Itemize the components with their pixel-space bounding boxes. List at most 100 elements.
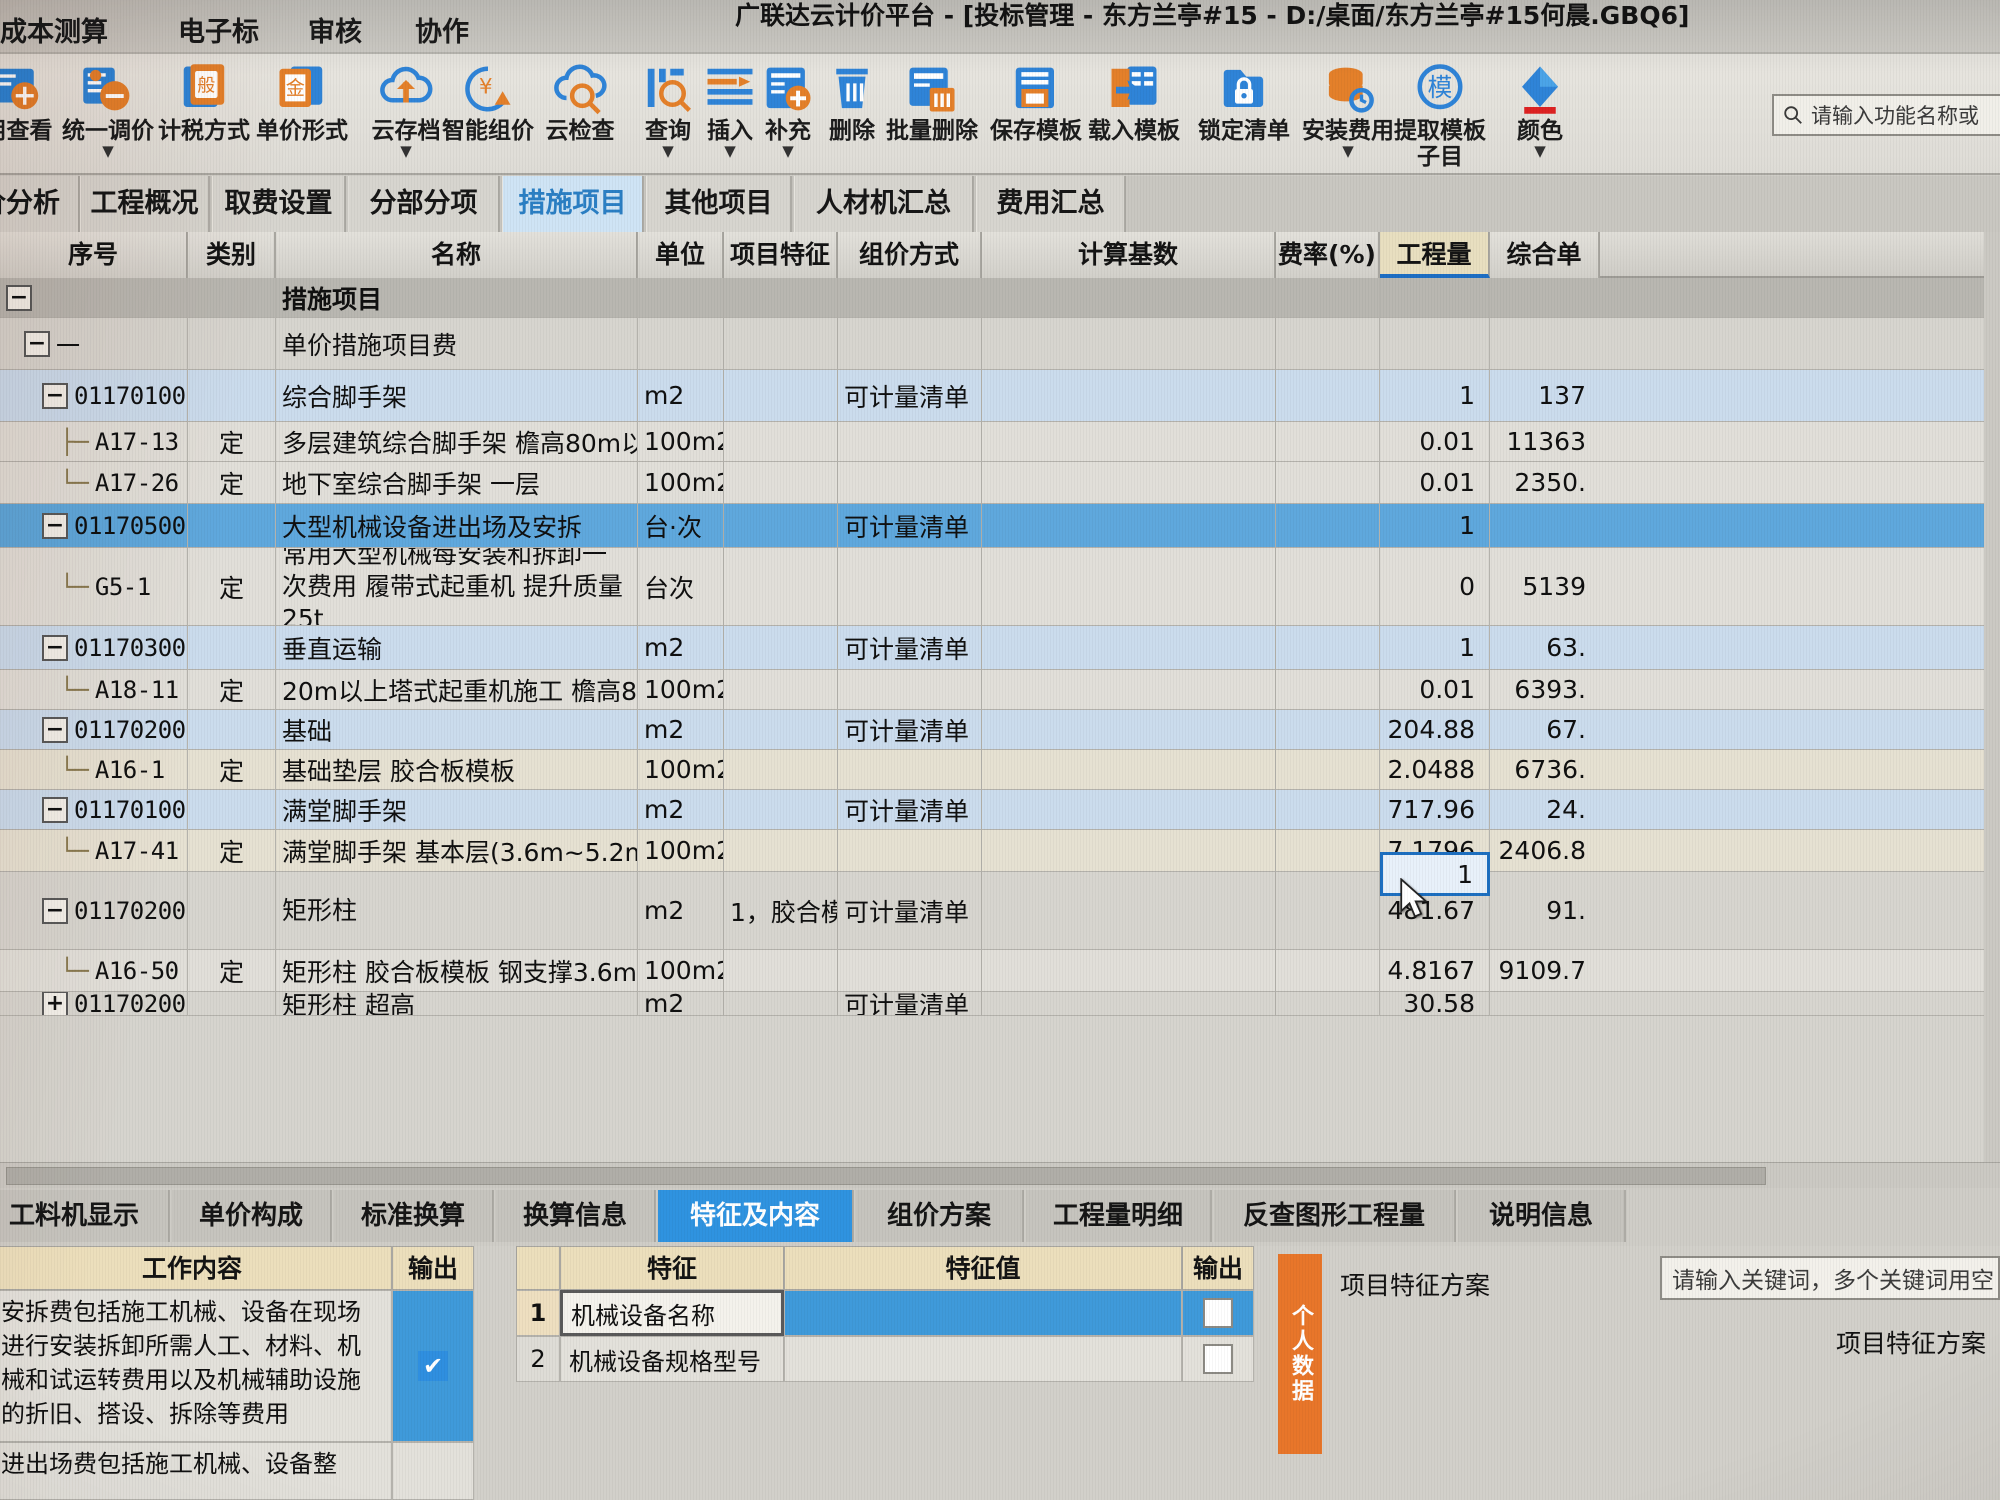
row-unit-cell[interactable]: m2 bbox=[638, 790, 724, 829]
row-price-mode-cell[interactable] bbox=[838, 548, 982, 625]
row-price-mode-cell[interactable]: 可计量清单 bbox=[838, 790, 982, 829]
row-calc-base-cell[interactable] bbox=[982, 670, 1276, 709]
row-rate-cell[interactable] bbox=[1276, 670, 1380, 709]
detail-tab-4[interactable]: 换算信息 bbox=[496, 1190, 656, 1242]
row-seq-cell[interactable]: └─ A16-1 bbox=[0, 750, 188, 789]
grid-column-header-2[interactable]: 类别 bbox=[188, 232, 276, 278]
row-unit-price-cell[interactable]: 24. bbox=[1490, 790, 1600, 829]
row-calc-base-cell[interactable] bbox=[982, 872, 1276, 949]
collapse-icon[interactable]: − bbox=[42, 382, 68, 409]
ribbon-button-lock-list[interactable]: 锁定清单 bbox=[1196, 58, 1292, 144]
row-name-cell[interactable]: 基础 bbox=[276, 710, 638, 749]
row-calc-base-cell[interactable] bbox=[982, 992, 1276, 1015]
table-row[interactable]: └─A18-11定20m以上塔式起重机施工 檐高80m以内100m20.0163… bbox=[0, 670, 2000, 710]
work-content-output-cell-1[interactable]: ✔ bbox=[392, 1290, 474, 1442]
row-quantity-cell[interactable]: 0.01 bbox=[1380, 670, 1490, 709]
ribbon-button-color[interactable]: 颜色 ▼ bbox=[1492, 58, 1588, 159]
row-unit-price-cell[interactable]: 6736. bbox=[1490, 750, 1600, 789]
row-price-mode-cell[interactable]: 可计量清单 bbox=[838, 992, 982, 1015]
table-row[interactable]: +011702002002 矩形柱 超高m2 可计量清单 30.58 bbox=[0, 992, 2000, 1016]
grid-column-header-9[interactable]: 工程量 bbox=[1380, 232, 1490, 278]
row-seq-cell[interactable]: +011702002002 bbox=[0, 992, 188, 1015]
grid-hscroll-thumb[interactable] bbox=[6, 1167, 1766, 1185]
feature-checkbox-1[interactable] bbox=[1203, 1298, 1233, 1328]
row-seq-cell[interactable]: └─ A18-11 bbox=[0, 670, 188, 709]
row-price-mode-cell[interactable]: 可计量清单 bbox=[838, 872, 982, 949]
chevron-down-icon[interactable]: ▼ bbox=[358, 144, 454, 159]
row-unit-price-cell[interactable]: 9109.7 bbox=[1490, 950, 1600, 991]
row-category-cell[interactable]: 定 bbox=[188, 750, 276, 789]
ribbon-search-box[interactable]: 请输入功能名称或 bbox=[1772, 94, 2000, 136]
row-feature-cell[interactable] bbox=[724, 318, 838, 369]
personal-data-side-tab[interactable]: 个人数据 bbox=[1278, 1254, 1322, 1454]
chevron-down-icon[interactable]: ▼ bbox=[1300, 144, 1396, 159]
row-seq-cell[interactable]: └─ A17-26 bbox=[0, 462, 188, 503]
feature-name-cell-2[interactable]: 机械设备规格型号 bbox=[560, 1336, 784, 1382]
row-seq-cell[interactable]: −011705001001 bbox=[0, 504, 188, 547]
row-unit-price-cell[interactable]: 6393. bbox=[1490, 670, 1600, 709]
row-rate-cell[interactable] bbox=[1276, 370, 1380, 421]
row-quantity-cell[interactable]: 0.01 bbox=[1380, 422, 1490, 461]
ribbon-button-install-fee[interactable]: 安装费用 ▼ bbox=[1300, 58, 1396, 159]
row-calc-base-cell[interactable] bbox=[982, 790, 1276, 829]
row-price-mode-cell[interactable] bbox=[838, 422, 982, 461]
row-unit-cell[interactable]: 100m2 bbox=[638, 670, 724, 709]
row-price-mode-cell[interactable] bbox=[838, 318, 982, 369]
grid-column-header-6[interactable]: 组价方式 bbox=[838, 232, 982, 278]
table-row[interactable]: └─ G5-1 定常用大型机械每安装和拆卸一次费用 履带式起重机 提升质量25t 台次… bbox=[0, 548, 2000, 626]
chevron-down-icon[interactable]: ▼ bbox=[740, 144, 836, 159]
row-price-mode-cell[interactable] bbox=[838, 830, 982, 871]
work-content-cell-text-2[interactable]: 进出场费包括施工机械、设备整 bbox=[0, 1442, 392, 1500]
feature-value-cell-1[interactable] bbox=[784, 1290, 1182, 1336]
feature-value-cell-2[interactable] bbox=[784, 1336, 1182, 1382]
row-category-cell[interactable]: 定 bbox=[188, 950, 276, 991]
collapse-icon[interactable]: − bbox=[42, 716, 68, 743]
row-seq-cell[interactable]: −011701006001 bbox=[0, 790, 188, 829]
feature-name-cell-1[interactable]: 机械设备名称 bbox=[560, 1290, 784, 1336]
row-calc-base-cell[interactable] bbox=[982, 548, 1276, 625]
table-row[interactable]: └─ A17-26 定地下室综合脚手架 一层 100m2 0.01 2350. bbox=[0, 462, 2000, 504]
row-rate-cell[interactable] bbox=[1276, 278, 1380, 317]
collapse-icon[interactable]: − bbox=[42, 512, 68, 539]
row-calc-base-cell[interactable] bbox=[982, 950, 1276, 991]
row-quantity-cell[interactable]: 1 bbox=[1380, 504, 1490, 547]
row-calc-base-cell[interactable] bbox=[982, 710, 1276, 749]
row-unit-cell[interactable] bbox=[638, 278, 724, 317]
table-row[interactable]: ├─ A17-13 定多层建筑综合脚手架 檐高80m以内 100m2 0.01 11363 bbox=[0, 422, 2000, 462]
ribbon-button-load-template[interactable]: 载入模板 bbox=[1086, 58, 1182, 144]
row-unit-cell[interactable] bbox=[638, 318, 724, 369]
row-unit-price-cell[interactable] bbox=[1490, 318, 1600, 369]
detail-tab-5[interactable]: 特征及内容 bbox=[658, 1190, 854, 1242]
row-unit-price-cell[interactable]: 63. bbox=[1490, 626, 1600, 669]
chevron-down-icon[interactable]: ▼ bbox=[1492, 144, 1588, 159]
row-price-mode-cell[interactable]: 可计量清单 bbox=[838, 626, 982, 669]
row-feature-cell[interactable] bbox=[724, 422, 838, 461]
module-tab-8[interactable]: 费用汇总 bbox=[976, 176, 1126, 232]
row-quantity-cell[interactable] bbox=[1380, 318, 1490, 369]
row-rate-cell[interactable] bbox=[1276, 318, 1380, 369]
row-rate-cell[interactable] bbox=[1276, 462, 1380, 503]
module-tab-4[interactable]: 分部分项 bbox=[348, 176, 500, 232]
row-rate-cell[interactable] bbox=[1276, 992, 1380, 1015]
module-tab-6[interactable]: 其他项目 bbox=[646, 176, 792, 232]
row-feature-cell[interactable] bbox=[724, 750, 838, 789]
row-seq-cell[interactable]: ├─ A17-13 bbox=[0, 422, 188, 461]
row-seq-cell[interactable]: −011702002001 bbox=[0, 872, 188, 949]
row-unit-price-cell[interactable]: 2350. bbox=[1490, 462, 1600, 503]
row-feature-cell[interactable] bbox=[724, 626, 838, 669]
grid-column-header-7[interactable]: 计算基数 bbox=[982, 232, 1276, 278]
row-category-cell[interactable] bbox=[188, 872, 276, 949]
row-unit-cell[interactable]: 100m2 bbox=[638, 750, 724, 789]
row-unit-cell[interactable]: m2 bbox=[638, 626, 724, 669]
row-price-mode-cell[interactable] bbox=[838, 950, 982, 991]
menu-item-2[interactable]: 电子标 bbox=[178, 10, 259, 49]
table-row[interactable]: −011702001001 基础m2 可计量清单 204.8867. bbox=[0, 710, 2000, 750]
row-feature-cell[interactable] bbox=[724, 992, 838, 1015]
keyword-search-box[interactable]: 请输入关键词，多个关键词用空 bbox=[1660, 1256, 2000, 1300]
row-rate-cell[interactable] bbox=[1276, 504, 1380, 547]
row-unit-price-cell[interactable]: 11363 bbox=[1490, 422, 1600, 461]
detail-tab-2[interactable]: 单价构成 bbox=[172, 1190, 332, 1242]
table-row[interactable]: └─ A17-41 定满堂脚手架 基本层(3.6m~5.2m) 100m2 7.1796… bbox=[0, 830, 2000, 872]
row-name-cell[interactable]: 矩形柱 bbox=[276, 872, 638, 949]
row-name-cell[interactable]: 基础垫层 胶合板模板 bbox=[276, 750, 638, 789]
